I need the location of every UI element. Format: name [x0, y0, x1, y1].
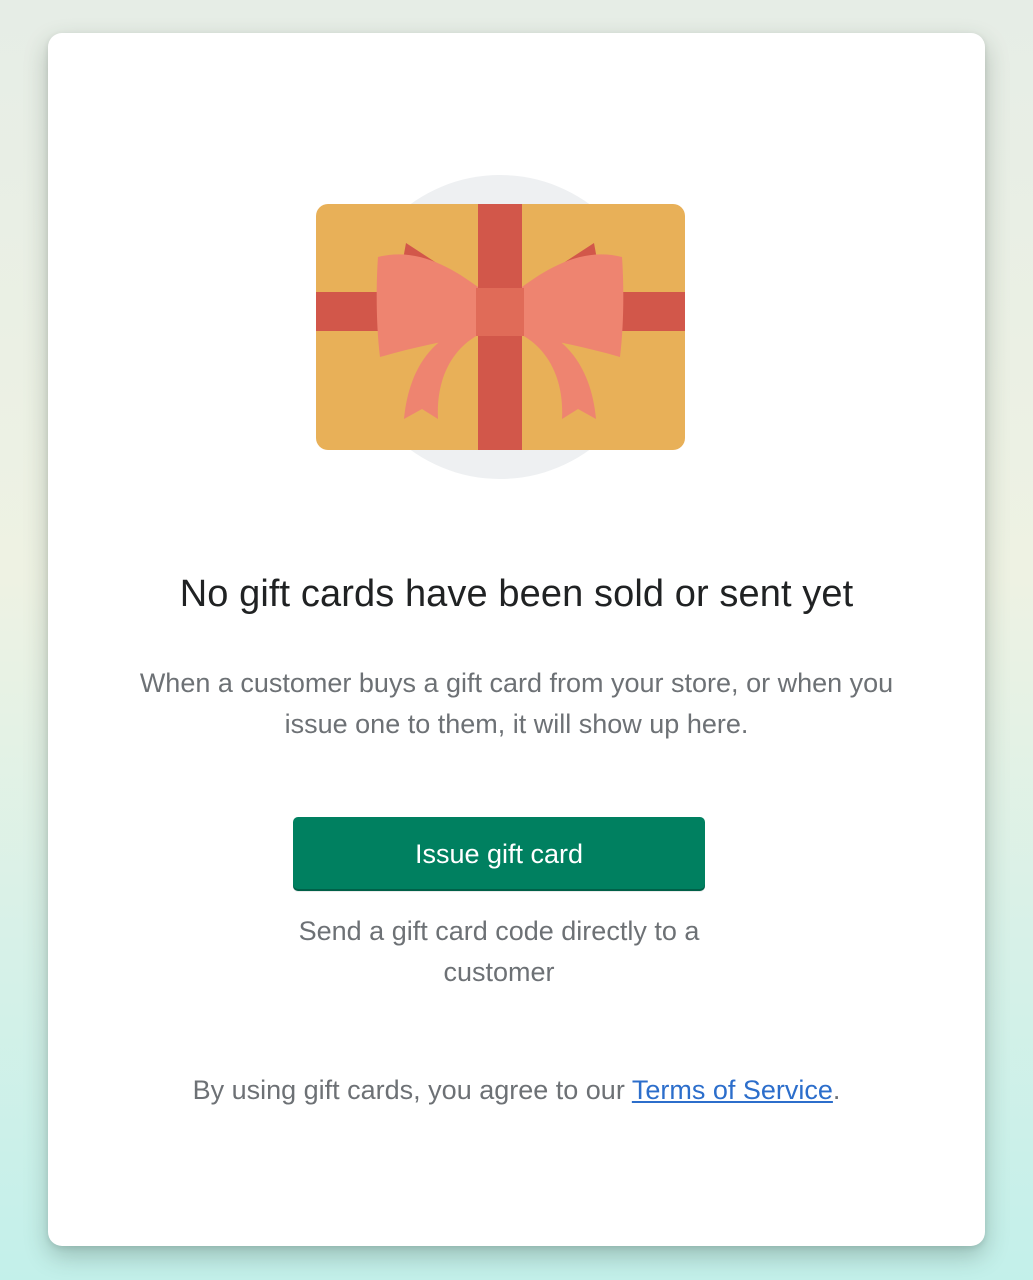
issue-gift-card-help-text: Send a gift card code directly to a cust…	[298, 916, 700, 987]
empty-state-heading: No gift cards have been sold or sent yet	[179, 573, 854, 615]
empty-state-description: When a customer buys a gift card from yo…	[139, 668, 894, 739]
terms-footer-prefix: By using gift cards, you agree to our	[192, 1075, 632, 1105]
issue-gift-card-button[interactable]: Issue gift card	[293, 817, 705, 891]
terms-of-service-link[interactable]: Terms of Service	[632, 1075, 833, 1105]
terms-footer: By using gift cards, you agree to our Te…	[48, 1075, 985, 1106]
terms-footer-suffix: .	[832, 1075, 841, 1105]
empty-state-card: No gift cards have been sold or sent yet…	[48, 33, 985, 1246]
gift-card-icon	[316, 175, 685, 479]
gift-card-illustration	[316, 175, 686, 479]
